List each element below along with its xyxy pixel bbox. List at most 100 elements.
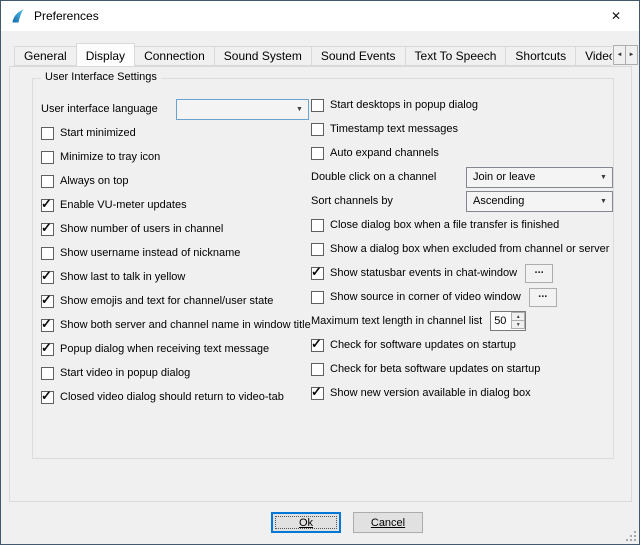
tab-video[interactable]: Video xyxy=(575,46,612,66)
checkbox-label[interactable]: Start desktops in popup dialog xyxy=(330,99,478,111)
tab-bar: General Display Connection Sound System … xyxy=(14,43,612,67)
statusbar-events-more-button[interactable]: ... xyxy=(525,264,553,283)
double-click-value: Join or leave xyxy=(473,171,535,183)
max-text-length-spinbox[interactable]: 50 ▲ ▼ xyxy=(490,311,526,331)
checkbox-label[interactable]: Show new version available in dialog box xyxy=(330,387,531,399)
checkbox[interactable] xyxy=(41,127,54,140)
checkbox[interactable] xyxy=(41,199,54,212)
checkbox[interactable] xyxy=(41,391,54,404)
checkbox[interactable] xyxy=(41,271,54,284)
tab-label: Connection xyxy=(144,49,205,63)
tab-label: Shortcuts xyxy=(515,49,566,63)
checkbox-label[interactable]: Show source in corner of video window xyxy=(330,291,521,303)
resize-grip[interactable] xyxy=(624,529,637,542)
sort-channels-select[interactable]: Ascending ▼ xyxy=(466,191,613,212)
checkbox-row[interactable]: Show emojis and text for channel/user st… xyxy=(41,289,309,313)
checkbox-row[interactable]: Start desktops in popup dialog xyxy=(311,93,613,117)
checkbox[interactable] xyxy=(311,243,324,256)
checkbox-label[interactable]: Timestamp text messages xyxy=(330,123,458,135)
checkbox-label[interactable]: Show statusbar events in chat-window xyxy=(330,267,517,279)
checkbox[interactable] xyxy=(311,267,324,280)
checkbox-label[interactable]: Enable VU-meter updates xyxy=(60,199,187,211)
checkbox[interactable] xyxy=(311,99,324,112)
checkbox-label[interactable]: Show a dialog box when excluded from cha… xyxy=(330,243,609,255)
checkbox[interactable] xyxy=(41,247,54,260)
checkbox-label[interactable]: Show username instead of nickname xyxy=(60,247,240,259)
close-icon: ✕ xyxy=(611,9,621,23)
checkbox-row[interactable]: Minimize to tray icon xyxy=(41,145,309,169)
titlebar[interactable]: Preferences ✕ xyxy=(1,1,639,31)
checkbox[interactable] xyxy=(311,147,324,160)
tab-sound-events[interactable]: Sound Events xyxy=(311,46,406,66)
checkbox-row[interactable]: Always on top xyxy=(41,169,309,193)
checkbox-label[interactable]: Check for beta software updates on start… xyxy=(330,363,540,375)
tab-general[interactable]: General xyxy=(14,46,77,66)
cancel-button[interactable]: Cancel xyxy=(353,512,423,533)
checkbox[interactable] xyxy=(311,339,324,352)
checkbox-row[interactable]: Popup dialog when receiving text message xyxy=(41,337,309,361)
statusbar-events-row[interactable]: Show statusbar events in chat-window ... xyxy=(311,261,613,285)
checkbox[interactable] xyxy=(311,123,324,136)
spin-value[interactable]: 50 xyxy=(491,312,511,330)
checkbox-label[interactable]: Start minimized xyxy=(60,127,136,139)
checkbox[interactable] xyxy=(41,319,54,332)
checkbox-row[interactable]: Start minimized xyxy=(41,121,309,145)
checkbox[interactable] xyxy=(41,175,54,188)
checkbox[interactable] xyxy=(311,219,324,232)
checkbox-label[interactable]: Closed video dialog should return to vid… xyxy=(60,391,284,403)
checkbox[interactable] xyxy=(41,367,54,380)
tab-shortcuts[interactable]: Shortcuts xyxy=(505,46,576,66)
checkbox-row[interactable]: Start video in popup dialog xyxy=(41,361,309,385)
ok-button[interactable]: Ok xyxy=(271,512,341,533)
tab-connection[interactable]: Connection xyxy=(134,46,215,66)
checkbox-row[interactable]: Auto expand channels xyxy=(311,141,613,165)
checkbox-row[interactable]: Show number of users in channel xyxy=(41,217,309,241)
checkbox-row[interactable]: Close dialog box when a file transfer is… xyxy=(311,213,613,237)
checkbox-label[interactable]: Auto expand channels xyxy=(330,147,439,159)
checkbox[interactable] xyxy=(311,387,324,400)
close-button[interactable]: ✕ xyxy=(593,1,639,31)
checkbox-label[interactable]: Show last to talk in yellow xyxy=(60,271,185,283)
language-select[interactable]: ▼ xyxy=(176,99,309,120)
checkbox-label[interactable]: Show emojis and text for channel/user st… xyxy=(60,295,273,307)
window-title: Preferences xyxy=(34,9,99,23)
tab-display[interactable]: Display xyxy=(76,43,135,67)
checkbox-label[interactable]: Show number of users in channel xyxy=(60,223,223,235)
checkbox-label[interactable]: Start video in popup dialog xyxy=(60,367,190,379)
checkbox-label[interactable]: Show both server and channel name in win… xyxy=(60,319,311,331)
max-text-length-label: Maximum text length in channel list xyxy=(311,315,482,327)
checkbox[interactable] xyxy=(41,151,54,164)
checkbox-row[interactable]: Show last to talk in yellow xyxy=(41,265,309,289)
checkbox-row[interactable]: Check for software updates on startup xyxy=(311,333,613,357)
checkbox-row[interactable]: Show a dialog box when excluded from cha… xyxy=(311,237,613,261)
checkbox[interactable] xyxy=(41,223,54,236)
dialog-buttons: Ok Cancel xyxy=(271,512,423,533)
checkbox-label[interactable]: Minimize to tray icon xyxy=(60,151,160,163)
checkbox-label[interactable]: Popup dialog when receiving text message xyxy=(60,343,269,355)
checkbox-row[interactable]: Show new version available in dialog box xyxy=(311,381,613,405)
checkbox-row[interactable]: Closed video dialog should return to vid… xyxy=(41,385,309,409)
checkbox[interactable] xyxy=(41,343,54,356)
app-icon[interactable] xyxy=(10,8,26,24)
spin-down-button[interactable]: ▼ xyxy=(511,320,525,329)
checkbox[interactable] xyxy=(311,291,324,304)
checkbox-row[interactable]: Show username instead of nickname xyxy=(41,241,309,265)
checkbox-row[interactable]: Check for beta software updates on start… xyxy=(311,357,613,381)
checkbox-row[interactable]: Show both server and channel name in win… xyxy=(41,313,309,337)
tab-sound-system[interactable]: Sound System xyxy=(214,46,312,66)
checkbox-label[interactable]: Check for software updates on startup xyxy=(330,339,516,351)
checkbox-label[interactable]: Close dialog box when a file transfer is… xyxy=(330,219,559,231)
checkbox-label[interactable]: Always on top xyxy=(60,175,128,187)
tab-label: Display xyxy=(86,49,125,63)
checkbox-row[interactable]: Timestamp text messages xyxy=(311,117,613,141)
tab-text-to-speech[interactable]: Text To Speech xyxy=(405,46,507,66)
video-source-more-button[interactable]: ... xyxy=(529,288,557,307)
video-source-row[interactable]: Show source in corner of video window ..… xyxy=(311,285,613,309)
double-click-row: Double click on a channel Join or leave … xyxy=(311,165,613,189)
double-click-select[interactable]: Join or leave ▼ xyxy=(466,167,613,188)
checkbox[interactable] xyxy=(311,363,324,376)
checkbox-row[interactable]: Enable VU-meter updates xyxy=(41,193,309,217)
checkbox[interactable] xyxy=(41,295,54,308)
tab-label: Text To Speech xyxy=(415,49,497,63)
tab-scroll-right-button[interactable]: ► xyxy=(625,45,638,65)
